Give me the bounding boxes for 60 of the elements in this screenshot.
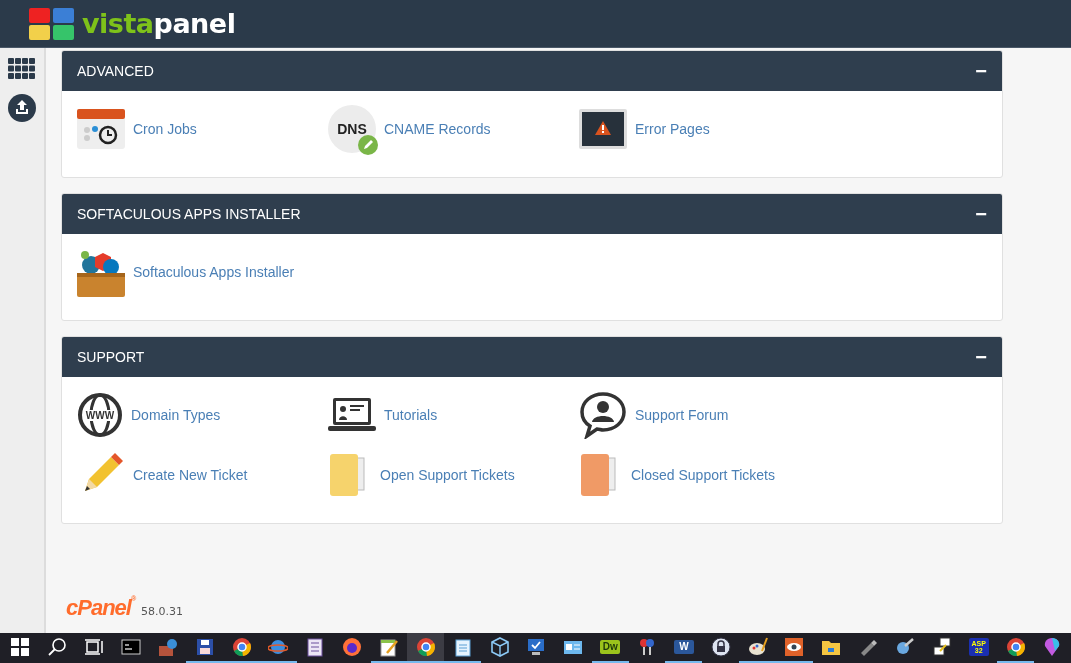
feature-label: Domain Types [131, 407, 221, 423]
feature-link[interactable]: Cron Jobs [77, 105, 328, 153]
cube-icon [489, 637, 510, 657]
feature-label: Softaculous Apps Installer [133, 264, 295, 280]
search-icon [47, 637, 68, 657]
chrome-icon [415, 637, 436, 657]
feature-label: Create New Ticket [133, 467, 248, 483]
speech-bubble-user-icon [579, 391, 627, 439]
taskbar-button[interactable]: Dw [591, 633, 629, 663]
panel-title: SOFTACULOUS APPS INSTALLER [77, 206, 301, 222]
collapse-toggle[interactable]: − [975, 347, 987, 367]
monitor-check-icon [526, 637, 547, 657]
feature-link[interactable]: Tutorials [328, 391, 579, 439]
feature-label: Open Support Tickets [380, 467, 515, 483]
upload-button[interactable] [8, 94, 36, 122]
logo-text: vistapanel [82, 8, 236, 39]
terminal-icon [121, 637, 141, 657]
logo-icon [28, 6, 76, 41]
task-view-icon [84, 637, 105, 657]
upload-icon [8, 94, 36, 122]
taskbar-button[interactable] [407, 633, 445, 663]
apps-grid-icon [8, 58, 36, 80]
feature-label: Closed Support Tickets [631, 467, 775, 483]
chrome-icon [231, 637, 252, 657]
globe-icon [268, 637, 289, 657]
notepad-pencil-icon [379, 637, 399, 657]
checklist-icon [305, 637, 326, 657]
padlock-icon [710, 637, 731, 657]
panel-title: SUPPORT [77, 349, 145, 365]
apps-button[interactable] [8, 58, 36, 80]
word-icon: W [673, 640, 694, 654]
chrome-icon [1005, 637, 1026, 657]
calendar-clock-icon [77, 109, 125, 149]
taskbar-button[interactable]: W [665, 633, 703, 663]
dreamweaver-icon: Dw [600, 640, 621, 654]
warning-screen-icon [579, 109, 627, 149]
cpanel-logo-text: cPanel$^{®}$ [66, 595, 136, 621]
feature-label: Cron Jobs [133, 121, 197, 137]
feature-link[interactable]: Open Support Tickets [328, 451, 579, 499]
feature-link[interactable]: Error Pages [579, 105, 830, 153]
feature-link[interactable]: Closed Support Tickets [579, 451, 830, 499]
collapse-toggle[interactable]: − [975, 61, 987, 81]
feature-link[interactable]: WWW Domain Types [77, 391, 328, 439]
dns-icon: DNS [328, 105, 376, 153]
panel-title: ADVANCED [77, 63, 154, 79]
palette-icon [747, 637, 768, 657]
eye-icon [784, 637, 805, 657]
feature-label: Error Pages [635, 121, 710, 137]
windows-icon [10, 637, 31, 657]
feature-link[interactable]: Softaculous Apps Installer [77, 248, 328, 296]
feature-label: Support Forum [635, 407, 729, 423]
feature-link[interactable]: Create New Ticket [77, 451, 328, 499]
feature-link[interactable]: DNS CNAME Records [328, 105, 579, 153]
notepad-icon [452, 637, 473, 657]
feature-link[interactable]: Support Forum [579, 391, 830, 439]
feature-label: Tutorials [384, 407, 438, 423]
collapse-toggle[interactable]: − [975, 204, 987, 224]
feature-label: CNAME Records [384, 121, 491, 137]
globe-icon: WWW [77, 392, 123, 438]
version-text: 58.0.31 [141, 605, 184, 620]
